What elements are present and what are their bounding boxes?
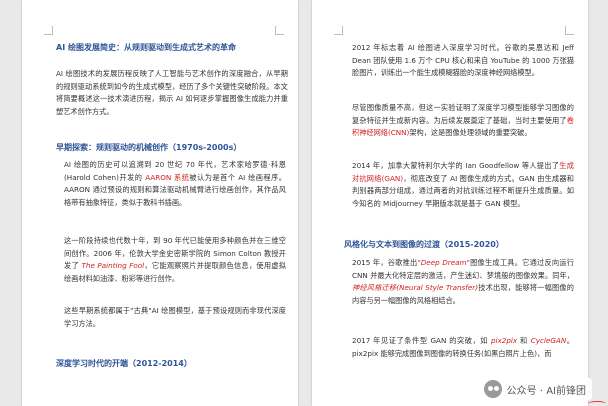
text-segment: 2015 年，谷歌推出: [352, 258, 418, 267]
section-heading-deep-learning: 深度学习时代的开端（2012-2014）: [56, 359, 192, 368]
text-segment: 2017 年见证了条件型 GAN 的突破，如: [352, 336, 491, 345]
section-heading-style: 风格化与文本到图像的过渡（2015-2020）: [344, 240, 504, 249]
paragraph-deep-dream: 2015 年，谷歌推出"Deep Dream"图像生成工具。它通过反向运行 CN…: [352, 257, 574, 307]
text-segment: 2014 年，加拿大蒙特利尔大学的 Ian Goodfellow 等人提出了: [352, 161, 560, 170]
section-heading-early: 早期探索：规则驱动的机械创作（1970s-2000s）: [56, 143, 242, 152]
paragraph-gan: 2014 年，加拿大蒙特利尔大学的 Ian Goodfellow 等人提出了生成…: [352, 160, 574, 210]
margin-corner-mark: [44, 26, 53, 35]
watermark-text: 公众号 · AI前锋团: [506, 385, 586, 397]
paragraph-rule-based: 这些早期系统都属于"古典"AI 绘图模型，基于预设规则而非现代深度学习方法。: [64, 306, 286, 328]
wechat-logo-icon: [483, 380, 502, 398]
paragraph-painting-fool: 这一阶段持续也代数十年，到 90 年代已能使用多种颜色并在三维空间创作。2006…: [64, 235, 286, 285]
text-segment: 尽管图像质量不高，但这一实验证明了深度学习模型能够学习图像的复杂特征并生成新内容…: [352, 103, 574, 125]
highlight-painting-fool: The Painting Fool: [81, 261, 145, 271]
document-page-right: 2012 年标志着 AI 绘图进入深度学习时代。谷歌的吴恩达和 Jeff Dea…: [312, 0, 588, 406]
document-page-left: AI 绘图发展简史：从规则驱动到生成式艺术的革命 AI 绘图技术的发展历程反映了…: [22, 0, 298, 406]
margin-corner-mark: [565, 26, 574, 35]
paragraph-aaron: AI 绘图的历史可以追溯到 20 世纪 70 年代，艺术家哈罗德·科恩(Haro…: [64, 159, 286, 209]
highlight-cyclegan: CycleGAN: [530, 336, 567, 345]
document-title: AI 绘图发展简史：从规则驱动到生成式艺术的革命: [56, 43, 236, 52]
paragraph-cnn: 尽管图像质量不高，但这一实验证明了深度学习模型能够学习图像的复杂特征并生成新内容…: [352, 102, 574, 140]
text-segment: 和: [517, 336, 531, 345]
margin-corner-mark: [275, 26, 284, 35]
highlight-style-transfer: 神经风格迁移(Neural Style Transfer): [352, 283, 479, 293]
wechat-watermark: 公众号 · AI前锋团: [479, 378, 592, 400]
paragraph-2012: 2012 年标志着 AI 绘图进入深度学习时代。谷歌的吴恩达和 Jeff Dea…: [352, 43, 574, 78]
paragraph-pix2pix: 2017 年见证了条件型 GAN 的突破，如 pix2pix 和 CycleGA…: [352, 335, 574, 360]
highlight-deep-dream: "Deep Dream": [417, 258, 470, 267]
intro-paragraph: AI 绘图技术的发展历程反映了人工智能与艺术创作的深度融合，从早期的规则驱动系统…: [56, 69, 288, 116]
text-segment: 架构，这是图像处理领域的重要突破。: [409, 128, 532, 138]
corner-decoration: [588, 401, 606, 406]
highlight-aaron: AARON 系统: [145, 172, 190, 182]
highlight-pix2pix: pix2pix: [490, 336, 518, 345]
margin-corner-mark: [334, 26, 343, 35]
